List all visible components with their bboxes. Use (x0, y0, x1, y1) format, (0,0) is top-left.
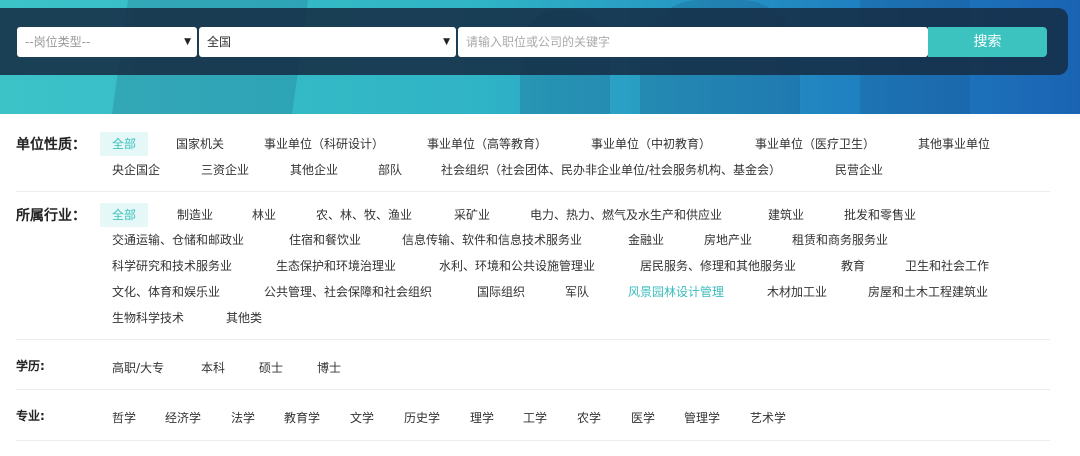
unit-option[interactable]: 事业单位（高等教育） (427, 132, 547, 156)
industry-option[interactable]: 文化、体育和娱乐业 (112, 280, 220, 304)
unit-option[interactable]: 事业单位（中初教育） (591, 132, 711, 156)
major-option[interactable]: 艺术学 (750, 406, 786, 430)
industry-option[interactable]: 公共管理、社会保障和社会组织 (264, 280, 432, 304)
dropdown-arrow-icon: ▼ (184, 37, 191, 47)
search-button[interactable]: 搜索 (928, 27, 1047, 57)
major-option[interactable]: 工学 (523, 406, 547, 430)
industry-option[interactable]: 林业 (252, 203, 276, 227)
industry-option[interactable]: 生物科学技术 (112, 306, 184, 330)
education-option[interactable]: 硕士 (259, 356, 283, 380)
education-option[interactable]: 博士 (317, 356, 341, 380)
industry-option[interactable]: 房屋和土木工程建筑业 (868, 280, 988, 304)
filter-row-major: 专业: 哲学 经济学 法学 教育学 文学 历史学 理学 工学 农学 医学 管理学… (16, 390, 1050, 441)
search-panel: --岗位类型-- ▼ 全国 ▼ 搜索 (0, 8, 1068, 75)
unit-option[interactable]: 其他事业单位 (918, 132, 990, 156)
industry-option[interactable]: 水利、环境和公共设施管理业 (439, 254, 595, 278)
unit-option[interactable]: 事业单位（医疗卫生） (755, 132, 875, 156)
industry-option[interactable]: 居民服务、修理和其他服务业 (640, 254, 796, 278)
unit-option[interactable]: 国家机关 (176, 132, 224, 156)
industry-option[interactable]: 农、林、牧、渔业 (316, 203, 412, 227)
filter-label-major: 专业: (16, 409, 45, 423)
filter-row-unit: 单位性质： 全部 国家机关 事业单位（科研设计） 事业单位（高等教育） 事业单位… (16, 114, 1050, 192)
dropdown-arrow-icon: ▼ (443, 37, 450, 47)
region-select[interactable]: 全国 ▼ (199, 27, 456, 57)
industry-option[interactable]: 科学研究和技术服务业 (112, 254, 232, 278)
industry-option-highlighted[interactable]: 风景园林设计管理 (628, 280, 724, 304)
unit-option[interactable]: 事业单位（科研设计） (264, 132, 384, 156)
filter-label-education: 学历: (16, 359, 45, 373)
industry-option[interactable]: 金融业 (628, 228, 664, 252)
unit-option-all[interactable]: 全部 (100, 132, 149, 156)
major-option[interactable]: 医学 (631, 406, 655, 430)
major-option[interactable]: 法学 (231, 406, 255, 430)
industry-option[interactable]: 租赁和商务服务业 (792, 228, 888, 252)
region-value: 全国 (207, 35, 232, 49)
major-option[interactable]: 教育学 (284, 406, 320, 430)
industry-option[interactable]: 电力、热力、燃气及水生产和供应业 (530, 203, 722, 227)
industry-option[interactable]: 生态保护和环境治理业 (276, 254, 396, 278)
unit-option[interactable]: 民营企业 (835, 158, 883, 182)
industry-option[interactable]: 建筑业 (768, 203, 804, 227)
keyword-input[interactable] (458, 27, 928, 57)
filter-row-education: 学历: 高职/大专 本科 硕士 博士 (16, 340, 1050, 390)
major-option[interactable]: 文学 (350, 406, 374, 430)
industry-option[interactable]: 采矿业 (454, 203, 490, 227)
major-option[interactable]: 哲学 (112, 406, 136, 430)
job-type-select[interactable]: --岗位类型-- ▼ (17, 27, 197, 57)
education-option[interactable]: 高职/大专 (112, 356, 164, 380)
major-option[interactable]: 农学 (577, 406, 601, 430)
filter-row-industry: 所属行业： 全部 制造业 林业 农、林、牧、渔业 采矿业 电力、热力、燃气及水生… (16, 192, 1050, 340)
industry-option[interactable]: 信息传输、软件和信息技术服务业 (402, 228, 582, 252)
unit-option[interactable]: 央企国企 (112, 158, 160, 182)
industry-option[interactable]: 房地产业 (704, 228, 752, 252)
filter-label-industry: 所属行业： (16, 208, 86, 224)
industry-option[interactable]: 国际组织 (477, 280, 525, 304)
filter-label-unit: 单位性质： (16, 137, 86, 153)
industry-option[interactable]: 住宿和餐饮业 (289, 228, 361, 252)
industry-option[interactable]: 教育 (841, 254, 865, 278)
major-option[interactable]: 历史学 (404, 406, 440, 430)
unit-option[interactable]: 三资企业 (201, 158, 249, 182)
major-option[interactable]: 管理学 (684, 406, 720, 430)
industry-option[interactable]: 军队 (565, 280, 589, 304)
hero-banner: --岗位类型-- ▼ 全国 ▼ 搜索 (0, 0, 1080, 114)
job-type-value: --岗位类型-- (25, 35, 91, 49)
industry-option[interactable]: 木材加工业 (767, 280, 827, 304)
industry-option[interactable]: 其他类 (226, 306, 262, 330)
industry-option[interactable]: 制造业 (177, 203, 213, 227)
major-option[interactable]: 经济学 (165, 406, 201, 430)
education-option[interactable]: 本科 (201, 356, 225, 380)
unit-option[interactable]: 其他企业 (290, 158, 338, 182)
filter-panel: 单位性质： 全部 国家机关 事业单位（科研设计） 事业单位（高等教育） 事业单位… (0, 114, 1080, 456)
industry-option[interactable]: 交通运输、仓储和邮政业 (112, 228, 244, 252)
industry-option[interactable]: 批发和零售业 (844, 203, 916, 227)
unit-option[interactable]: 部队 (378, 158, 402, 182)
industry-option[interactable]: 卫生和社会工作 (905, 254, 989, 278)
industry-option-all[interactable]: 全部 (100, 203, 149, 227)
major-option[interactable]: 理学 (470, 406, 494, 430)
unit-option[interactable]: 社会组织（社会团体、民办非企业单位/社会服务机构、基金会） (441, 158, 781, 182)
